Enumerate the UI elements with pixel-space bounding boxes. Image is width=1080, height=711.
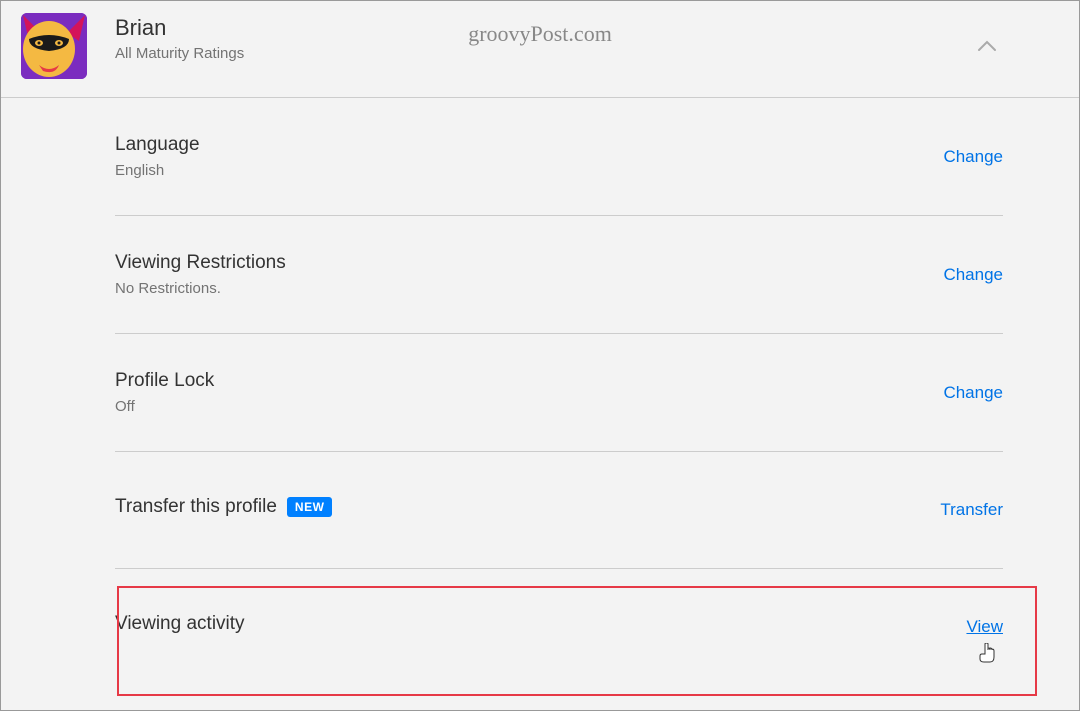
collapse-chevron-icon[interactable] [977, 39, 997, 57]
setting-row-profile-lock: Profile Lock Off Change [115, 334, 1003, 452]
view-activity-link[interactable]: View [966, 617, 1003, 637]
setting-value-language: English [115, 162, 200, 179]
setting-value-profile-lock: Off [115, 398, 214, 415]
change-language-link[interactable]: Change [943, 147, 1003, 167]
profile-maturity-rating: All Maturity Ratings [115, 45, 244, 62]
setting-title-profile-lock: Profile Lock [115, 370, 214, 392]
setting-title-viewing-activity: Viewing activity [115, 613, 245, 635]
new-badge: NEW [287, 497, 333, 517]
setting-title-restrictions: Viewing Restrictions [115, 252, 286, 274]
setting-title-language: Language [115, 134, 200, 156]
change-profile-lock-link[interactable]: Change [943, 383, 1003, 403]
transfer-title-text: Transfer this profile [115, 496, 277, 518]
profile-header: Brian All Maturity Ratings [1, 1, 1079, 98]
setting-row-restrictions: Viewing Restrictions No Restrictions. Ch… [115, 216, 1003, 334]
transfer-profile-link[interactable]: Transfer [940, 500, 1003, 520]
profile-avatar[interactable] [21, 13, 87, 79]
setting-row-language: Language English Change [115, 98, 1003, 216]
setting-row-transfer: Transfer this profile NEW Transfer [115, 452, 1003, 569]
change-restrictions-link[interactable]: Change [943, 265, 1003, 285]
watermark-text: groovyPost.com [468, 21, 612, 47]
profile-info: Brian All Maturity Ratings [115, 13, 244, 62]
setting-row-viewing-activity: Viewing activity View [115, 569, 1003, 685]
settings-list: Language English Change Viewing Restrict… [115, 98, 1003, 685]
avatar-image [21, 13, 87, 79]
setting-value-restrictions: No Restrictions. [115, 280, 286, 297]
setting-title-transfer: Transfer this profile NEW [115, 496, 332, 518]
profile-name: Brian [115, 15, 244, 41]
